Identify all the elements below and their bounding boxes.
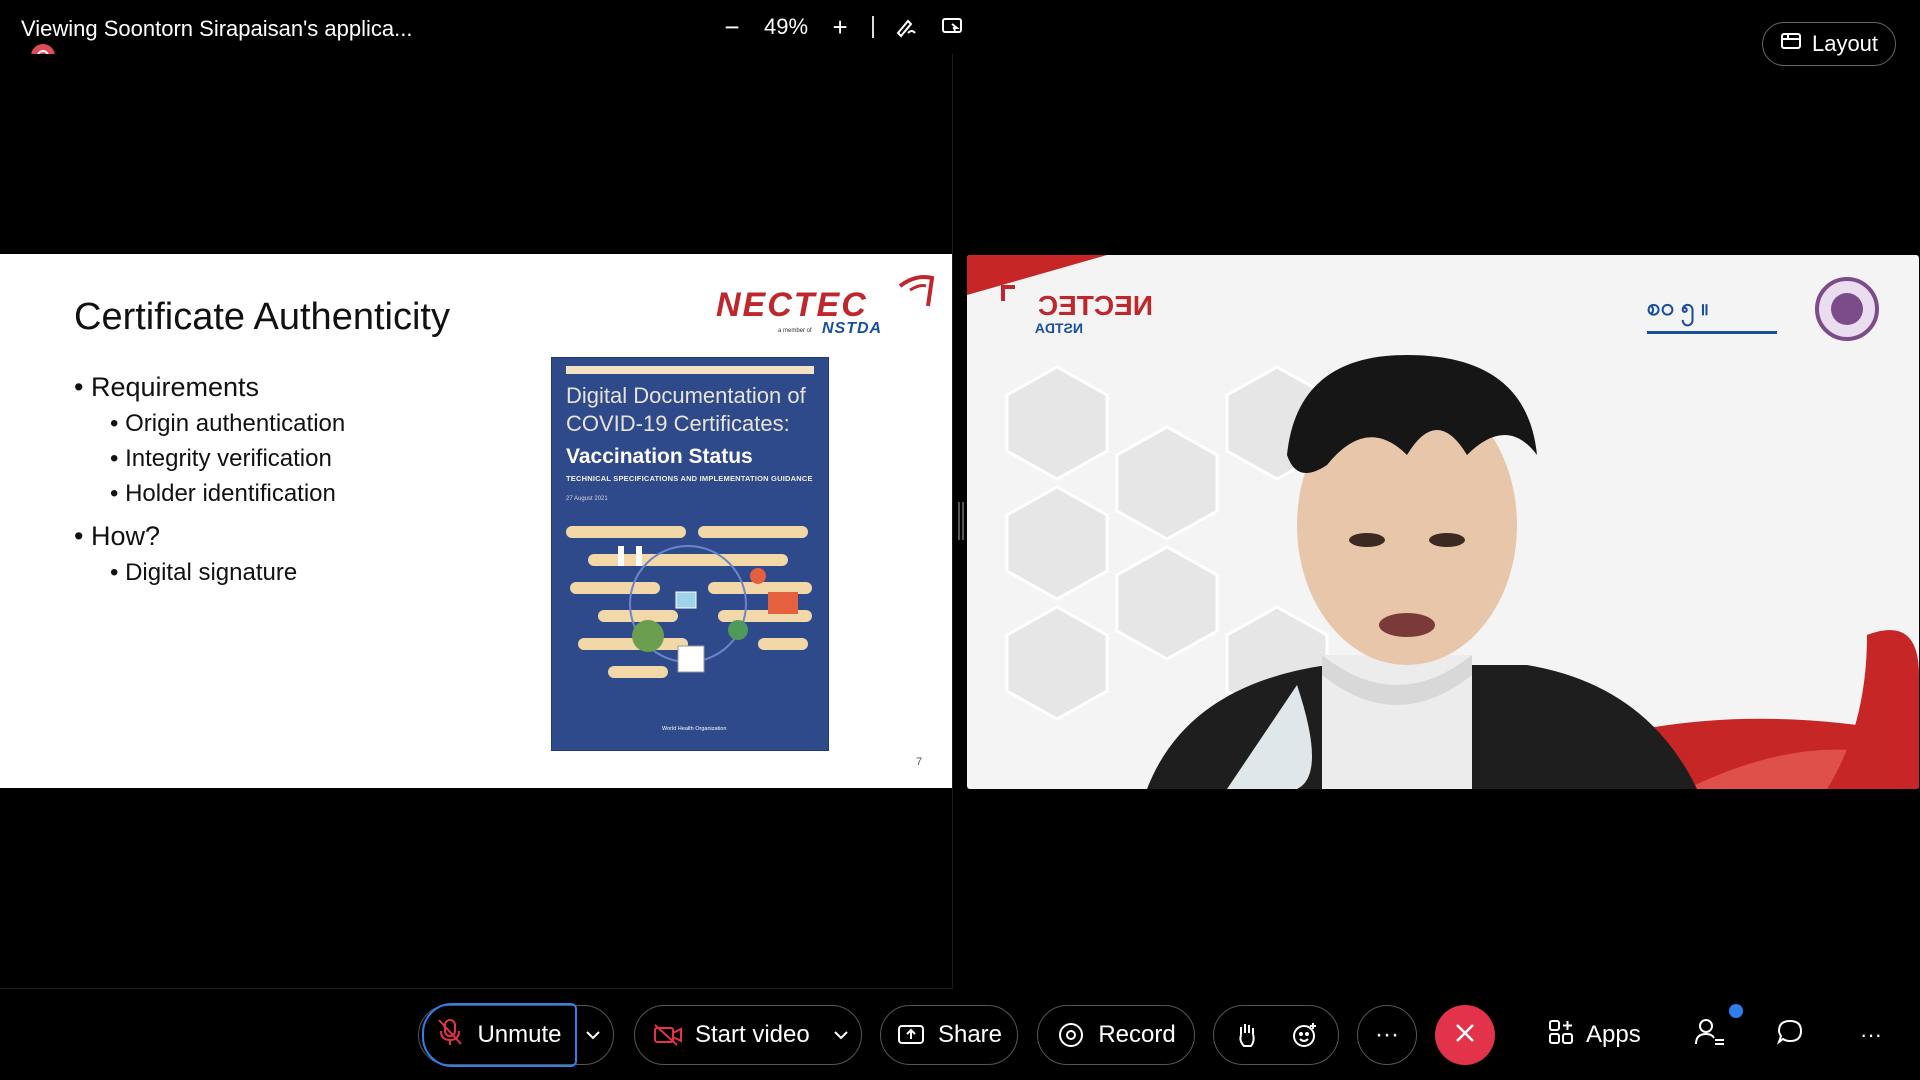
unmute-button[interactable]: Unmute bbox=[422, 1003, 577, 1067]
svg-text:NSTDA: NSTDA bbox=[1035, 320, 1083, 336]
reactions-group bbox=[1213, 1005, 1339, 1065]
bullet-origin: • Origin authentication bbox=[110, 410, 346, 437]
svg-text:စ၀ ၅ ။: စ၀ ၅ ။ bbox=[1647, 294, 1708, 327]
remote-control-icon[interactable] bbox=[938, 13, 966, 41]
layout-label: Layout bbox=[1811, 31, 1879, 56]
bullet-digital-signature: • Digital signature bbox=[110, 559, 298, 586]
more-options-button[interactable]: ··· bbox=[1357, 1005, 1417, 1065]
participants-icon bbox=[1695, 1018, 1725, 1053]
unmute-label: Unmute bbox=[477, 1021, 562, 1048]
share-title: Viewing Soontorn Sirapaisan's applica... bbox=[21, 16, 413, 41]
who-document-cover: Digital Documentation of COVID-19 Certif… bbox=[551, 357, 829, 751]
video-options-chevron-down-icon[interactable] bbox=[826, 1020, 856, 1050]
raise-hand-icon[interactable] bbox=[1232, 1020, 1262, 1050]
apps-button[interactable]: Apps bbox=[1548, 1015, 1641, 1055]
presentation-slide: Certificate Authenticity • Requirements … bbox=[0, 254, 952, 788]
speaker-video-tile[interactable]: NECTEC NSTDA စ၀ ၅ ။ bbox=[967, 255, 1919, 789]
panel-resize-handle[interactable] bbox=[958, 502, 964, 540]
annotate-icon[interactable] bbox=[892, 13, 920, 41]
share-label: Share bbox=[937, 1021, 1003, 1048]
bullet-holder: • Holder identification bbox=[110, 480, 336, 507]
book-date: 27 August 2021 bbox=[566, 496, 608, 502]
layout-button[interactable]: Layout bbox=[1762, 22, 1896, 66]
who-logo-text: World Health Organization bbox=[662, 726, 727, 732]
overflow-label: ··· bbox=[1860, 1022, 1882, 1047]
microphone-muted-icon bbox=[437, 1018, 463, 1053]
book-top-strip bbox=[566, 366, 814, 374]
record-label: Record bbox=[1098, 1021, 1176, 1048]
svg-text:NECTEC: NECTEC bbox=[1038, 290, 1153, 321]
participants-button[interactable] bbox=[1695, 1015, 1725, 1055]
share-button[interactable]: Share bbox=[880, 1005, 1018, 1065]
participants-notification-badge bbox=[1729, 1004, 1743, 1018]
overflow-menu-button[interactable]: ··· bbox=[1860, 1015, 1882, 1055]
zoom-out-icon[interactable]: − bbox=[718, 12, 746, 42]
bullet-requirements: • Requirements bbox=[74, 372, 260, 402]
book-title: Digital Documentation of COVID-19 Certif… bbox=[566, 383, 806, 436]
zoom-level: 49% bbox=[764, 14, 809, 39]
apps-label: Apps bbox=[1586, 1021, 1641, 1048]
nectec-logo: NECTEC a member of NSTDA bbox=[716, 272, 938, 338]
zoom-controls: − 49% + bbox=[718, 10, 966, 44]
record-button[interactable]: Record bbox=[1037, 1005, 1195, 1065]
book-spec: TECHNICAL SPECIFICATIONS AND IMPLEMENTAT… bbox=[566, 474, 813, 483]
bullet-how: • How? bbox=[74, 521, 160, 551]
zoom-divider bbox=[872, 16, 875, 38]
start-video-label: Start video bbox=[695, 1021, 810, 1048]
close-icon bbox=[1453, 1021, 1477, 1050]
slide-page-number: 7 bbox=[916, 756, 923, 768]
layout-icon bbox=[1780, 31, 1802, 57]
slide-title: Certificate Authenticity bbox=[74, 296, 450, 338]
more-label: ··· bbox=[1375, 1021, 1399, 1048]
zoom-in-icon[interactable]: + bbox=[826, 12, 854, 42]
share-screen-icon bbox=[896, 1020, 926, 1050]
speaker-video-frame: NECTEC NSTDA စ၀ ၅ ။ bbox=[967, 255, 1919, 789]
book-illustration bbox=[566, 526, 812, 678]
reactions-emoji-icon[interactable] bbox=[1290, 1020, 1320, 1050]
bullet-integrity: • Integrity verification bbox=[110, 445, 332, 472]
leave-meeting-button[interactable] bbox=[1435, 1005, 1495, 1065]
camera-off-icon bbox=[653, 1020, 683, 1050]
chat-bubble-icon bbox=[1776, 1018, 1804, 1053]
apps-grid-icon bbox=[1548, 1019, 1574, 1052]
book-subtitle: Vaccination Status bbox=[566, 445, 753, 468]
record-icon bbox=[1056, 1020, 1086, 1050]
chat-button[interactable] bbox=[1776, 1015, 1804, 1055]
audio-options-chevron-down-icon[interactable] bbox=[578, 1020, 608, 1050]
